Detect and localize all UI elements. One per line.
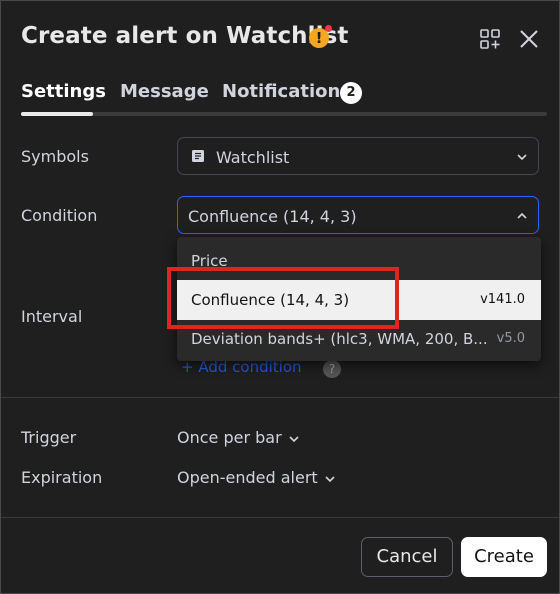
tab-settings[interactable]: Settings (21, 81, 106, 102)
help-icon[interactable]: ? (323, 360, 341, 378)
trigger-select[interactable]: Once per bar (177, 428, 300, 447)
trigger-label: Trigger (21, 428, 77, 447)
dropdown-item-name: Deviation bands+ (hlc3, WMA, 200, B... (191, 330, 488, 348)
tab-track (21, 112, 547, 116)
symbols-label: Symbols (21, 147, 89, 166)
warning-icon-glyph: ! (315, 29, 323, 47)
cancel-button[interactable]: Cancel (361, 537, 453, 577)
notification-dot (325, 25, 332, 32)
list-icon (192, 150, 204, 162)
dropdown-item-version: v141.0 (480, 292, 525, 307)
chevron-down-icon (325, 475, 335, 482)
section-divider (1, 397, 559, 398)
expiration-select[interactable]: Open-ended alert (177, 468, 336, 487)
footer-divider (1, 517, 559, 518)
add-layout-icon[interactable] (479, 28, 501, 50)
warning-icon[interactable]: ! (309, 25, 332, 48)
condition-value: Confluence (14, 4, 3) (188, 207, 357, 226)
chevron-up-icon (517, 212, 527, 219)
dialog-title: Create alert on Watchlist (21, 23, 349, 49)
dropdown-item-version: v5.0 (496, 331, 525, 346)
tab-notifications[interactable]: Notifications (222, 81, 351, 102)
create-alert-dialog: Create alert on Watchlist ! Settings Mes… (0, 0, 560, 594)
notifications-count-badge: 2 (340, 82, 362, 104)
chevron-down-icon (289, 435, 299, 442)
active-tab-indicator (21, 112, 93, 116)
trigger-value: Once per bar (177, 428, 282, 447)
symbols-value: Watchlist (216, 148, 290, 167)
close-icon[interactable] (518, 28, 540, 50)
expiration-value: Open-ended alert (177, 468, 318, 487)
create-button[interactable]: Create (461, 537, 547, 577)
chevron-down-icon (517, 154, 527, 161)
condition-select[interactable]: Confluence (14, 4, 3) (177, 196, 539, 234)
symbols-select[interactable]: Watchlist (177, 137, 539, 175)
interval-label: Interval (21, 307, 83, 326)
tab-message[interactable]: Message (120, 81, 209, 102)
expiration-label: Expiration (21, 468, 103, 487)
annotation-highlight-box (167, 267, 399, 329)
condition-label: Condition (21, 206, 98, 225)
